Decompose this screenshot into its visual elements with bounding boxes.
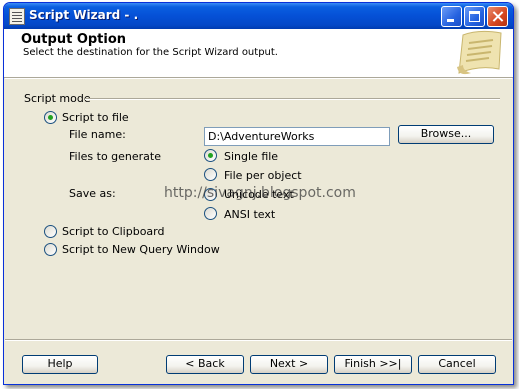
file-per-object-radio[interactable] [204,168,217,181]
ansi-text-label[interactable]: ANSI text [224,208,275,221]
header-divider [5,78,512,79]
single-file-radio[interactable] [204,149,217,162]
script-to-clipboard-label[interactable]: Script to Clipboard [62,225,164,238]
page-title: Output Option [21,32,127,47]
script-mode-group-label: Script mode [24,92,91,105]
ansi-text-radio[interactable] [204,207,217,220]
title-bar[interactable]: Script Wizard - . [4,3,513,29]
script-wizard-window: Script Wizard - . Output Option Select t… [3,2,514,385]
group-separator [85,98,500,100]
close-icon[interactable] [487,6,508,27]
watermark-url: http://sivagnj.blogspot.com [164,185,356,201]
script-to-new-query-window-label[interactable]: Script to New Query Window [62,243,220,256]
wizard-header: Output Option Select the destination for… [4,29,513,78]
browse-button[interactable]: Browse... [398,125,494,144]
next-button[interactable]: Next > [250,355,328,374]
cancel-button[interactable]: Cancel [418,355,496,374]
script-to-new-query-window-radio[interactable] [44,243,57,256]
save-as-label: Save as: [69,187,116,200]
maximize-icon[interactable] [464,6,485,27]
footer-divider [5,339,512,341]
minimize-icon[interactable] [441,6,462,27]
page-subtitle: Select the destination for the Script Wi… [23,47,278,58]
script-to-file-label[interactable]: Script to file [62,111,129,124]
app-document-icon [9,8,25,25]
files-to-generate-label: Files to generate [69,150,162,163]
script-to-file-radio[interactable] [44,111,57,124]
help-button[interactable]: Help [22,355,98,374]
back-button[interactable]: < Back [166,355,244,374]
file-per-object-label[interactable]: File per object [224,169,302,182]
single-file-label[interactable]: Single file [224,150,278,163]
file-name-input[interactable]: D:\AdventureWorks [204,127,390,146]
finish-button[interactable]: Finish >>| [334,355,412,374]
script-to-clipboard-radio[interactable] [44,225,57,238]
scroll-illustration-icon [457,30,502,75]
file-name-label: File name: [69,128,126,141]
window-title: Script Wizard - . [29,8,139,22]
